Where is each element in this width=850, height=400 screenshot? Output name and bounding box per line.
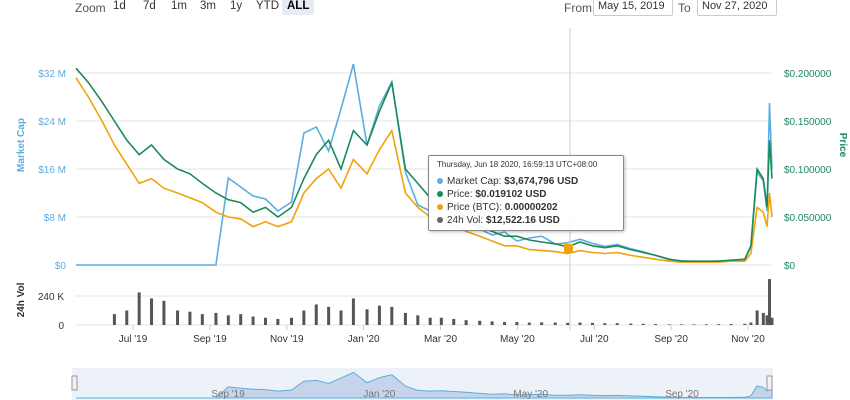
tooltip-row-market-cap: Market Cap: $3,674,796 USD <box>437 176 578 187</box>
right-tick-label: $0.050000 <box>784 213 832 224</box>
volume-tick-label: 240 K <box>38 292 64 303</box>
tooltip-row-volume: 24h Vol: $12,522.16 USD <box>437 215 560 226</box>
volume-bar <box>515 321 519 325</box>
volume-axis-title: 24h Vol <box>16 282 27 317</box>
navigator-left-handle[interactable] <box>71 375 78 391</box>
x-tick-label: Jul '20 <box>580 334 609 345</box>
volume-bar <box>188 311 192 325</box>
volume-bar <box>464 320 468 325</box>
volume-bar <box>150 298 154 325</box>
right-axis-title: Price <box>837 133 848 158</box>
volume-bar <box>490 321 494 325</box>
volume-bar <box>749 322 753 325</box>
volume-bar <box>239 314 243 325</box>
volume-bar <box>112 314 116 325</box>
x-tick-label: Sep '20 <box>654 334 688 345</box>
volume-bar <box>667 324 671 325</box>
volume-bar <box>403 312 407 325</box>
volume-bar <box>137 292 141 325</box>
volume-bar <box>629 323 633 325</box>
volume-bar <box>416 315 420 325</box>
volume-bar <box>743 323 747 325</box>
tooltip-date: Thursday, Jun 18 2020, 16:59:13 UTC+08:0… <box>437 160 598 169</box>
volume-bar <box>553 322 557 325</box>
hover-marker <box>564 244 573 253</box>
volume-bar <box>478 320 482 325</box>
volume-bar <box>729 324 733 325</box>
volume-bar <box>162 300 166 325</box>
volume-bar <box>314 304 318 325</box>
x-tick-label: Nov '20 <box>731 334 765 345</box>
series-line-price <box>75 67 773 263</box>
volume-bar <box>251 316 255 325</box>
volume-bar <box>226 315 230 325</box>
volume-bar <box>390 306 394 325</box>
navigator-tick-label: Jan '20 <box>363 389 395 400</box>
tooltip-row-price: Price: $0.019102 USD <box>437 189 547 200</box>
volume-bar <box>351 298 355 325</box>
right-tick-label: $0 <box>784 261 796 272</box>
x-tick-label: May '20 <box>500 334 535 345</box>
left-tick-label: $24 M <box>38 117 66 128</box>
navigator-tick-label: May '20 <box>513 389 548 400</box>
volume-bar <box>770 317 774 325</box>
volume-bar <box>578 322 582 325</box>
volume-bar <box>176 310 180 325</box>
volume-bar <box>761 312 765 325</box>
volume-bar <box>377 305 381 325</box>
left-tick-label: $0 <box>55 261 67 272</box>
volume-bar <box>590 322 594 325</box>
x-tick-label: Jul '19 <box>119 334 148 345</box>
right-tick-label: $0.100000 <box>784 165 832 176</box>
market-cap-dot-icon <box>437 178 443 185</box>
volume-bar <box>365 309 369 325</box>
volume-bar <box>502 321 506 325</box>
volume-bar <box>339 310 343 325</box>
volume-bar <box>428 317 432 325</box>
navigator-right-handle[interactable] <box>766 375 773 391</box>
right-tick-label: $0.150000 <box>784 117 832 128</box>
volume-bar <box>692 324 696 325</box>
volume-bar <box>302 310 306 325</box>
left-tick-label: $8 M <box>44 213 66 224</box>
x-tick-label: Jan '20 <box>348 334 380 345</box>
tooltip-row-price-btc: Price (BTC): 0.00000202 <box>437 202 558 213</box>
volume-dot-icon <box>437 217 443 224</box>
x-tick-label: Sep '19 <box>193 334 227 345</box>
volume-bar <box>603 323 607 325</box>
series-line-market-cap <box>76 63 773 266</box>
chart-tooltip: Thursday, Jun 18 2020, 16:59:13 UTC+08:0… <box>428 155 624 231</box>
price-btc-dot-icon <box>437 204 443 211</box>
volume-bar <box>289 317 293 325</box>
right-tick-label: $0.200000 <box>784 69 832 80</box>
volume-bar <box>755 310 759 325</box>
volume-bar <box>452 318 456 325</box>
volume-bar <box>654 324 658 325</box>
left-tick-label: $32 M <box>38 69 66 80</box>
volume-bar <box>527 322 531 325</box>
volume-bar <box>125 310 129 325</box>
volume-tick-label: 0 <box>58 321 64 332</box>
volume-bar <box>540 322 544 325</box>
crypto-chart: Market Cap Price 24h Vol $0 $0 $8 M $0.0500… <box>16 28 848 400</box>
volume-bar <box>276 318 280 325</box>
volume-bar <box>615 323 619 325</box>
x-tick-label: Mar '20 <box>424 334 457 345</box>
volume-bar <box>704 324 708 325</box>
navigator-tick-label: Sep '19 <box>211 389 245 400</box>
volume-bar <box>263 317 267 325</box>
volume-bar <box>680 324 684 325</box>
volume-bar <box>439 317 443 325</box>
x-tick-label: Nov '19 <box>270 334 304 345</box>
volume-bar <box>327 306 331 325</box>
price-dot-icon <box>437 191 443 198</box>
volume-bar <box>200 314 204 325</box>
left-tick-label: $16 M <box>38 165 66 176</box>
volume-bar <box>214 312 218 325</box>
navigator-tick-label: Sep '20 <box>665 389 699 400</box>
volume-bar <box>717 324 721 325</box>
volume-bar <box>566 322 570 325</box>
volume-bar <box>641 323 645 325</box>
left-axis-title: Market Cap <box>16 118 27 172</box>
